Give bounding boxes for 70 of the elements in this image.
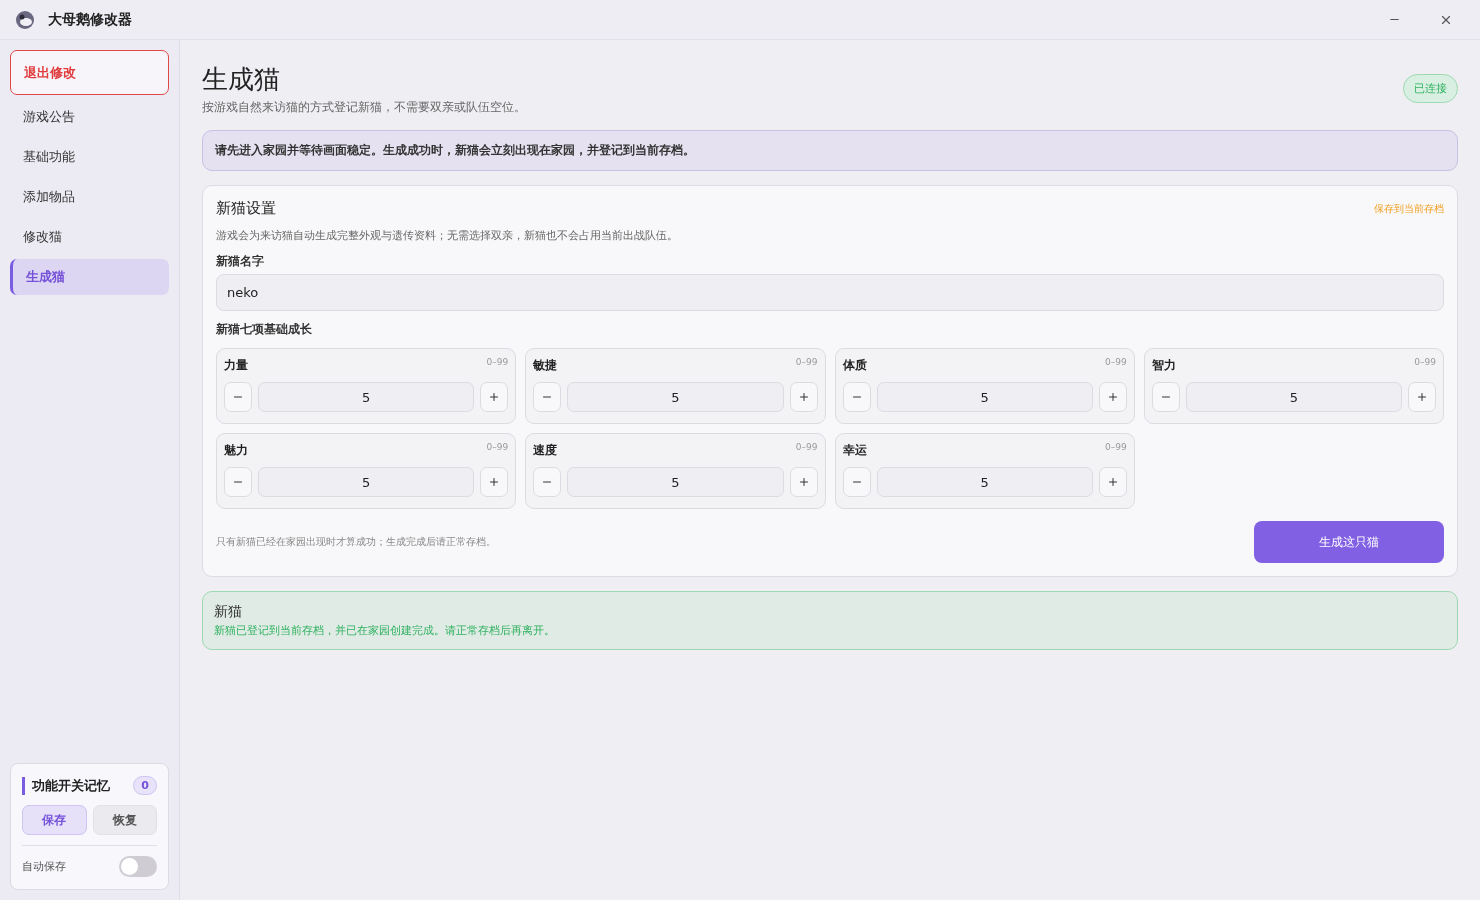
stat-range: 0–99 <box>486 357 509 369</box>
plus-icon <box>797 476 810 488</box>
stat-input[interactable]: 5 <box>1185 382 1402 412</box>
auto-save-label: 自动保存 <box>22 859 66 874</box>
decrement-button[interactable] <box>842 467 871 497</box>
stat-label: 幸运 <box>842 442 867 459</box>
card-description: 游戏会为来访猫自动生成完整外观与遗传资料；无需选择双亲，新猫也不会占用当前出战队伍。 <box>216 228 679 243</box>
stat-range: 0–99 <box>486 442 509 454</box>
exit-button[interactable]: 退出修改 <box>10 50 169 95</box>
stat-input[interactable]: 5 <box>876 382 1093 412</box>
page-subtitle: 按游戏自然来访猫的方式登记新猫，不需要双亲或队伍空位。 <box>202 99 526 116</box>
stat-range: 0–99 <box>795 442 818 454</box>
sidebar-item[interactable]: 修改猫 <box>10 219 169 255</box>
plus-icon <box>1106 391 1119 403</box>
sidebar-item[interactable]: 生成猫 <box>10 259 169 295</box>
plus-icon <box>797 391 810 403</box>
increment-button[interactable] <box>1408 382 1436 412</box>
plus-icon <box>488 476 501 488</box>
increment-button[interactable] <box>480 467 509 497</box>
stat-input[interactable]: 5 <box>258 467 475 497</box>
decrement-button[interactable] <box>1151 382 1180 412</box>
plus-icon <box>488 391 501 403</box>
increment-button[interactable] <box>1098 467 1127 497</box>
stat-input[interactable]: 5 <box>258 382 475 412</box>
save-tag: 保存到当前存档 <box>1374 201 1444 216</box>
decrement-button[interactable] <box>842 382 871 412</box>
increment-button[interactable] <box>480 382 509 412</box>
field-label: 新猫名字 <box>216 253 265 270</box>
result-title: 新猫 <box>214 603 243 621</box>
plus-icon <box>1106 476 1119 488</box>
stat-input[interactable]: 5 <box>567 382 784 412</box>
sidebar-item[interactable]: 添加物品 <box>10 179 169 215</box>
sidebar-item[interactable]: 基础功能 <box>10 139 169 175</box>
increment-button[interactable] <box>789 382 818 412</box>
status-badge: 已连接 <box>1403 74 1458 103</box>
stat-range: 0–99 <box>1414 357 1436 369</box>
increment-button[interactable] <box>789 467 818 497</box>
result-message: 新猫已登记到当前存档，并已在家园创建完成。请正常存档后再离开。 <box>214 623 556 638</box>
stat-label: 速度 <box>533 442 558 459</box>
restore-button[interactable]: 恢复 <box>92 805 157 835</box>
stat-label: 智力 <box>1151 357 1176 374</box>
page-title: 生成猫 <box>202 63 281 96</box>
notice-banner: 请先进入家园并等待画面稳定。生成成功时，新猫会立刻出现在家园，并登记到当前存档。 <box>202 130 1458 171</box>
footnote: 只有新猫已经在家园出现时才算成功；生成完成后请正常存档。 <box>216 535 496 549</box>
memory-title: 功能开关记忆 <box>22 776 110 795</box>
section-label: 新猫七项基础成长 <box>216 321 313 338</box>
stat-range: 0–99 <box>1105 357 1127 369</box>
increment-button[interactable] <box>1098 382 1127 412</box>
count-badge: 0 <box>133 776 157 795</box>
card-title: 新猫设置 <box>216 199 276 218</box>
generate-button[interactable]: 生成这只猫 <box>1254 521 1444 563</box>
app-title: 大母鹅修改器 <box>48 10 133 29</box>
decrement-button[interactable] <box>533 382 562 412</box>
decrement-button[interactable] <box>533 467 562 497</box>
decrement-button[interactable] <box>224 382 252 412</box>
plus-icon <box>1416 391 1428 403</box>
stat-label: 敏捷 <box>533 357 558 374</box>
auto-save-toggle[interactable] <box>119 856 157 877</box>
stat-range: 0–99 <box>1105 442 1127 454</box>
stat-label: 力量 <box>224 357 248 374</box>
stat-label: 体质 <box>842 357 867 374</box>
decrement-button[interactable] <box>224 467 252 497</box>
stat-label: 魅力 <box>224 442 248 459</box>
stat-input[interactable]: 5 <box>567 467 784 497</box>
sidebar-item[interactable]: 游戏公告 <box>10 99 169 135</box>
name-input[interactable]: neko <box>216 274 1444 311</box>
save-button[interactable]: 保存 <box>22 805 87 835</box>
stat-input[interactable]: 5 <box>876 467 1093 497</box>
stat-range: 0–99 <box>795 357 818 369</box>
goose-logo-icon <box>14 8 36 31</box>
